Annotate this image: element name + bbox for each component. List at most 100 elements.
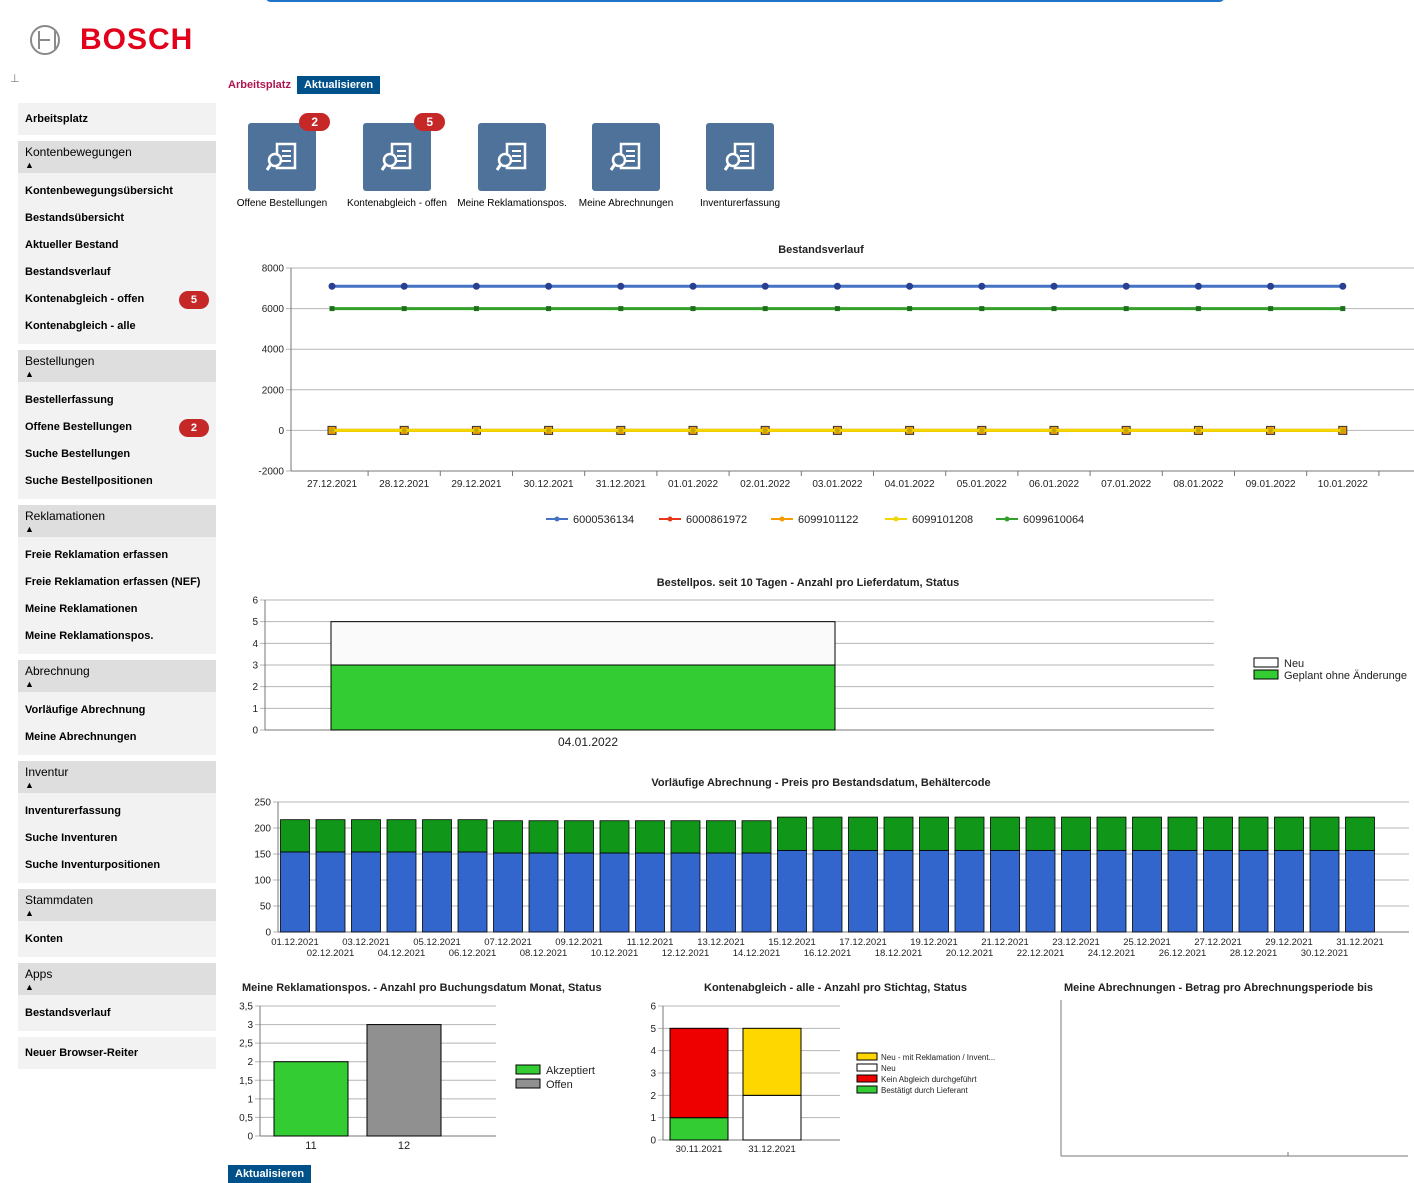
sidebar-item[interactable]: Konten: [18, 926, 216, 953]
tile-0[interactable]: 2 Offene Bestellungen: [227, 113, 337, 210]
sidebar-item[interactable]: Freie Reklamation erfassen: [18, 542, 216, 569]
tile-box[interactable]: [706, 123, 774, 191]
sidebar-item[interactable]: Bestellerfassung: [18, 387, 216, 414]
y-tick-label: 6: [252, 596, 258, 607]
sidebar-group-header[interactable]: Apps ▲: [18, 963, 216, 995]
sidebar-item[interactable]: Suche Bestellungen: [18, 441, 216, 468]
bar-segment: [1203, 816, 1233, 851]
bar-segment: [1274, 849, 1304, 933]
sidebar-group-header[interactable]: Kontenbewegungen ▲: [18, 141, 216, 173]
sidebar-item[interactable]: Freie Reklamation erfassen (NEF): [18, 569, 216, 596]
x-tick-label: 13.12.2021: [697, 937, 745, 948]
x-tick-label: 22.12.2021: [1017, 948, 1065, 959]
bar-segment: [635, 820, 665, 854]
x-tick-label: 02.12.2021: [307, 948, 355, 959]
sidebar-item-new-tab[interactable]: Neuer Browser-Reiter: [18, 1037, 216, 1069]
refresh-button-bottom[interactable]: Aktualisieren: [228, 1165, 312, 1183]
x-tick-label: 26.12.2021: [1159, 948, 1207, 959]
sidebar-group-title: Inventur: [25, 765, 69, 779]
x-tick-label: 05.12.2021: [413, 937, 461, 948]
data-point: [618, 306, 624, 312]
legend-swatch: [856, 1063, 878, 1072]
sidebar-item[interactable]: Vorläufige Abrechnung: [18, 697, 216, 724]
data-point: [329, 306, 335, 312]
tile-box[interactable]: [592, 123, 660, 191]
tile-box[interactable]: 2: [248, 113, 330, 191]
collapse-arrow-icon[interactable]: ▲: [25, 908, 209, 918]
chart-vorlaeufige-abrechnung: Vorläufige Abrechnung - Preis pro Bestan…: [254, 777, 1409, 959]
tile-3[interactable]: Meine Abrechnungen: [571, 123, 681, 210]
sidebar-item[interactable]: Suche Inventurpositionen: [18, 852, 216, 879]
legend-marker: [893, 516, 899, 522]
data-point: [472, 282, 480, 290]
data-point: [1051, 306, 1057, 312]
bar-segment: [777, 849, 807, 933]
sidebar-item-label: Suche Inventurpositionen: [25, 859, 161, 871]
x-tick-label: 19.12.2021: [910, 937, 958, 948]
sidebar-item-label: Konten: [25, 933, 63, 945]
x-tick-label: 10.01.2022: [1318, 479, 1368, 490]
x-tick-label: 01.12.2021: [271, 937, 319, 948]
collapse-arrow-icon[interactable]: ▲: [25, 780, 209, 790]
pin-icon[interactable]: ⊥: [10, 72, 20, 85]
bar-segment: [1167, 849, 1198, 933]
sidebar-group: Reklamationen ▲ Freie Reklamation erfassen…: [18, 505, 216, 654]
chart-title: Bestellpos. seit 10 Tagen - Anzahl pro L…: [657, 577, 960, 589]
sidebar-item[interactable]: Suche Bestellpositionen: [18, 468, 216, 495]
tile-4[interactable]: Inventurerfassung: [685, 123, 795, 210]
bar-segment: [330, 621, 836, 666]
sidebar-item-arbeitsplatz[interactable]: Arbeitsplatz: [18, 103, 216, 135]
sidebar-item[interactable]: Bestandsverlauf: [18, 1000, 216, 1027]
collapse-arrow-icon[interactable]: ▲: [25, 679, 209, 689]
y-tick-label: 2: [650, 1091, 656, 1102]
collapse-arrow-icon[interactable]: ▲: [25, 369, 209, 379]
breadcrumb-current[interactable]: Arbeitsplatz: [228, 79, 291, 91]
tile-2[interactable]: Meine Reklamationspos.: [457, 123, 567, 210]
collapse-arrow-icon[interactable]: ▲: [25, 160, 209, 170]
data-point: [617, 282, 625, 290]
data-point: [1340, 306, 1346, 312]
sidebar-item[interactable]: Suche Inventuren: [18, 825, 216, 852]
sidebar-item[interactable]: Aktueller Bestand: [18, 232, 216, 259]
tile-box[interactable]: [478, 123, 546, 191]
data-point: [1268, 306, 1274, 312]
tile-label: Offene Bestellungen: [236, 198, 328, 209]
bar-segment: [528, 820, 559, 854]
sidebar-group-header[interactable]: Inventur ▲: [18, 761, 216, 793]
sidebar-item[interactable]: Meine Abrechnungen: [18, 724, 216, 751]
sidebar-item[interactable]: Kontenbewegungsübersicht: [18, 178, 216, 205]
sidebar-item[interactable]: Offene Bestellungen 2: [18, 414, 216, 441]
sidebar-item[interactable]: Kontenabgleich - offen 5: [18, 286, 216, 313]
refresh-button-top[interactable]: Aktualisieren: [296, 76, 381, 94]
tile-badge: 5: [414, 113, 445, 131]
tile-box[interactable]: 5: [363, 113, 445, 191]
x-tick-label: 12: [398, 1140, 410, 1152]
collapse-arrow-icon[interactable]: ▲: [25, 524, 209, 534]
bar-segment: [1061, 816, 1091, 851]
y-tick-label: 1: [650, 1113, 656, 1124]
sidebar-item[interactable]: Bestandsübersicht: [18, 205, 216, 232]
sidebar-item[interactable]: Inventurerfassung: [18, 798, 216, 825]
sidebar-group-header[interactable]: Reklamationen ▲: [18, 505, 216, 537]
sidebar-item[interactable]: Meine Reklamationen: [18, 596, 216, 623]
sidebar-group-header[interactable]: Abrechnung ▲: [18, 660, 216, 692]
sidebar-item[interactable]: Kontenabgleich - alle: [18, 313, 216, 340]
sidebar-group-header[interactable]: Stammdaten ▲: [18, 889, 216, 921]
bar-segment: [1167, 816, 1198, 851]
x-tick-label: 23.12.2021: [1052, 937, 1100, 948]
x-tick-label: 01.01.2022: [668, 479, 718, 490]
sidebar-item[interactable]: Bestandsverlauf: [18, 259, 216, 286]
legend-label: Neu: [881, 1064, 896, 1073]
sidebar-item-label: Suche Bestellungen: [25, 448, 131, 460]
bar-segment: [1345, 816, 1375, 851]
sidebar-item[interactable]: Meine Reklamationspos.: [18, 623, 216, 650]
tile-1[interactable]: 5 Kontenabgleich - offen: [342, 113, 452, 210]
document-search-icon: [723, 142, 755, 171]
x-tick-label: 27.12.2021: [307, 479, 357, 490]
count-badge: 2: [178, 418, 209, 437]
data-point: [762, 306, 768, 312]
sidebar-group-header[interactable]: Bestellungen ▲: [18, 350, 216, 382]
collapse-arrow-icon[interactable]: ▲: [25, 982, 209, 992]
sidebar-group-title: Abrechnung: [25, 664, 90, 678]
x-tick-label: 03.01.2022: [812, 479, 862, 490]
